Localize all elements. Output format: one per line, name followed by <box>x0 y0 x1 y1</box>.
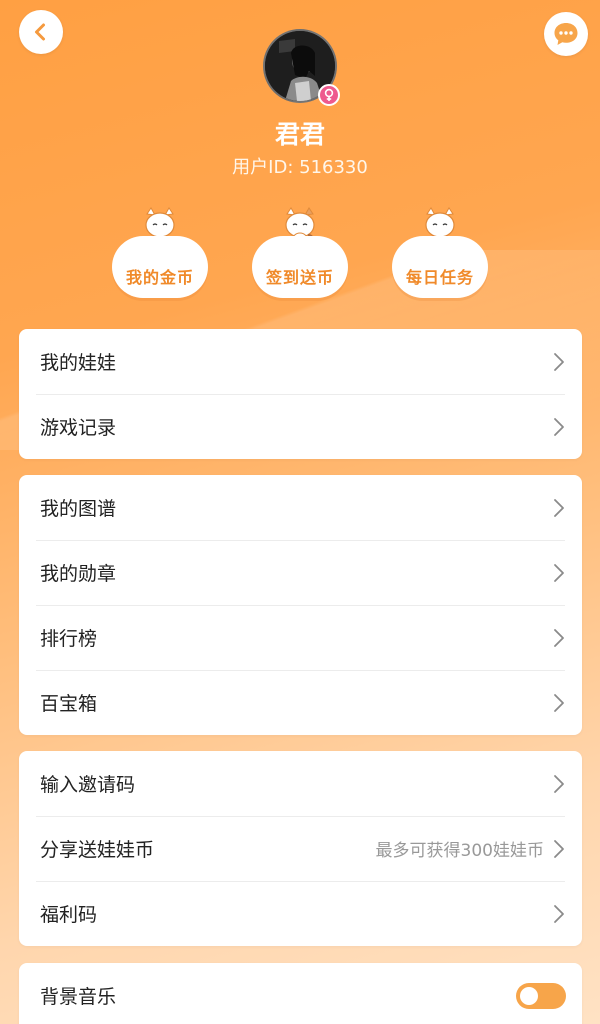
menu-item-my-atlas[interactable]: 我的图谱 <box>19 475 582 540</box>
menu-item-label: 我的娃娃 <box>40 352 117 374</box>
female-gender-badge <box>318 84 340 106</box>
chevron-right-icon <box>554 417 564 436</box>
toggle-knob <box>520 986 538 1005</box>
menu-item-label: 输入邀请码 <box>40 774 136 796</box>
menu-item-label: 我的勋章 <box>40 563 117 585</box>
menu-item-my-medals[interactable]: 我的勋章 <box>19 540 582 605</box>
menu-item-invite-code[interactable]: 输入邀请码 <box>19 751 582 816</box>
chevron-right-icon <box>554 904 564 923</box>
chevron-right-icon <box>554 693 564 712</box>
menu-item-label: 分享送娃娃币 <box>40 839 155 861</box>
user-id: 用户ID: 516330 <box>232 157 368 178</box>
menu-item-game-records[interactable]: 游戏记录 <box>19 394 582 459</box>
menu-item-label: 游戏记录 <box>40 417 117 439</box>
daily-task-cup: 每日任务 <box>392 236 488 298</box>
message-button[interactable] <box>544 12 588 56</box>
menu-item-label: 我的图谱 <box>40 498 117 520</box>
settings-card: 背景音乐 <box>19 963 582 1024</box>
menu-item-welfare-code[interactable]: 福利码 <box>19 881 582 946</box>
menu-card-2: 我的图谱 我的勋章 排行榜 百宝箱 <box>19 475 582 735</box>
bg-music-label: 背景音乐 <box>40 986 117 1008</box>
chevron-right-icon <box>554 628 564 647</box>
bg-music-toggle[interactable] <box>516 982 566 1009</box>
checkin-coins-label: 签到送币 <box>265 268 334 287</box>
menu-item-label: 排行榜 <box>40 628 98 650</box>
chevron-right-icon <box>554 563 564 582</box>
chevron-right-icon <box>554 352 564 371</box>
share-reward-hint: 最多可获得300娃娃币 <box>375 841 544 861</box>
daily-task-button[interactable]: 每日任务 <box>390 206 490 298</box>
chevron-right-icon <box>554 498 564 517</box>
menu-card-3: 输入邀请码 分享送娃娃币 最多可获得300娃娃币 福利码 <box>19 751 582 946</box>
chevron-right-icon <box>554 774 564 793</box>
checkin-coins-button[interactable]: 签到送币 <box>250 206 350 298</box>
chevron-right-icon <box>554 839 564 858</box>
menu-card-1: 我的娃娃 游戏记录 <box>19 329 582 459</box>
menu-item-my-dolls[interactable]: 我的娃娃 <box>19 329 582 394</box>
back-button[interactable] <box>19 10 63 54</box>
username: 君君 <box>274 120 325 149</box>
my-coins-cup: 我的金币 <box>112 236 208 298</box>
chat-bubble-icon <box>554 23 578 45</box>
chevron-left-icon <box>35 23 45 41</box>
menu-item-label: 百宝箱 <box>40 693 98 715</box>
menu-item-treasure-box[interactable]: 百宝箱 <box>19 670 582 735</box>
daily-task-label: 每日任务 <box>405 268 474 287</box>
my-coins-button[interactable]: 我的金币 <box>110 206 210 298</box>
female-symbol-icon <box>324 88 334 101</box>
menu-item-share-coins[interactable]: 分享送娃娃币 最多可获得300娃娃币 <box>19 816 582 881</box>
avatar-container[interactable] <box>263 29 340 106</box>
menu-item-leaderboard[interactable]: 排行榜 <box>19 605 582 670</box>
checkin-coins-cup: 签到送币 <box>252 236 348 298</box>
setting-bg-music: 背景音乐 <box>19 963 582 1024</box>
my-coins-label: 我的金币 <box>125 268 194 287</box>
menu-item-label: 福利码 <box>40 904 98 926</box>
